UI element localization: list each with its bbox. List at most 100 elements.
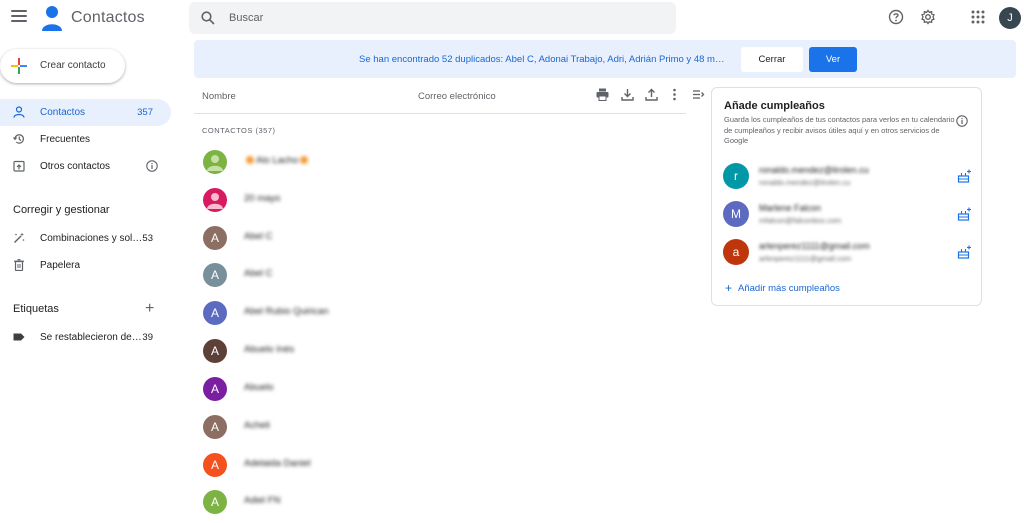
- top-bar: Contactos J: [0, 0, 1024, 38]
- contact-name: Abuelo Inés: [244, 344, 295, 355]
- download-icon[interactable]: [621, 88, 634, 101]
- birthdays-title: Añade cumpleaños: [724, 100, 825, 112]
- header-divider: [194, 113, 686, 114]
- upload-icon[interactable]: [645, 88, 658, 101]
- avatar: [203, 150, 227, 174]
- info-icon[interactable]: [146, 160, 158, 172]
- search-bar[interactable]: [189, 2, 676, 34]
- person-email: arlenperez1111@gmail.com: [759, 254, 852, 263]
- add-birthday-cake-icon[interactable]: [957, 169, 971, 183]
- sidebar-item-label: Papelera: [40, 260, 81, 271]
- manage-section-title: Corregir y gestionar: [13, 204, 110, 216]
- magic-wand-icon: [14, 232, 25, 243]
- label-count: 39: [142, 332, 153, 343]
- person-icon: [13, 106, 25, 118]
- avatar: A: [203, 226, 227, 250]
- avatar: A: [203, 453, 227, 477]
- create-contact-label: Crear contacto: [40, 60, 106, 71]
- photo-avatar-icon: [207, 193, 223, 209]
- contact-name: Abel C: [244, 268, 273, 279]
- close-banner-button[interactable]: Cerrar: [741, 47, 803, 72]
- person-email: mfalcon@falconbox.com: [759, 216, 842, 225]
- sidebar-item-contacts[interactable]: Contactos 357: [0, 99, 171, 126]
- main-menu-icon[interactable]: [11, 10, 27, 24]
- colored-plus-icon: [11, 58, 27, 74]
- history-icon: [13, 134, 24, 144]
- contact-name: Abuelo: [244, 382, 274, 393]
- add-more-birthdays-label: Añadir más cumpleaños: [738, 283, 840, 294]
- apps-grid-icon[interactable]: [970, 9, 986, 25]
- sidebar-item-label: Combinaciones y sol…: [40, 233, 143, 244]
- contact-row[interactable]: 20 mayo: [194, 181, 686, 219]
- contact-row[interactable]: A Acheli: [194, 408, 686, 446]
- account-avatar[interactable]: J: [999, 7, 1021, 29]
- contact-row[interactable]: A Abuelo: [194, 370, 686, 408]
- settings-gear-icon[interactable]: [920, 9, 936, 25]
- duplicates-banner: Se han encontrado 52 duplicados: Abel C,…: [194, 40, 1016, 78]
- photo-avatar-icon: [207, 155, 223, 171]
- add-birthday-cake-icon[interactable]: [957, 245, 971, 259]
- birthday-suggestion-row: r ronaldo.mendez@lirolen.cu ronaldo.mend…: [712, 159, 983, 193]
- contact-name: Abel C: [244, 231, 273, 242]
- sidebar-item-label: Frecuentes: [40, 134, 91, 145]
- avatar: A: [203, 263, 227, 287]
- contact-row[interactable]: A Abel C: [194, 219, 686, 257]
- sidebar-item-label: Contactos: [40, 107, 86, 118]
- contact-row[interactable]: A Adelaida Daniel: [194, 446, 686, 484]
- birthdays-card: Añade cumpleaños Guarda los cumpleaños d…: [711, 87, 982, 306]
- contact-row[interactable]: A Adiel FN: [194, 483, 686, 521]
- add-birthday-cake-icon[interactable]: [957, 207, 971, 221]
- sidebar-item-label: Se restablecieron de…: [40, 332, 142, 343]
- contact-box-icon: [13, 160, 25, 172]
- trash-icon: [14, 259, 24, 271]
- list-view-icon[interactable]: [692, 88, 705, 101]
- avatar: M: [723, 201, 749, 227]
- sidebar-item-trash[interactable]: Papelera: [0, 252, 171, 279]
- sidebar-item-frequent[interactable]: Frecuentes: [0, 126, 171, 153]
- column-header-name[interactable]: Nombre: [202, 91, 236, 102]
- column-header-email[interactable]: Correo electrónico: [418, 91, 496, 102]
- print-icon[interactable]: [596, 88, 609, 101]
- contact-name: Adelaida Daniel: [244, 458, 311, 469]
- contacts-count: 357: [137, 107, 153, 118]
- contact-row[interactable]: A Abuelo Inés: [194, 332, 686, 370]
- avatar: [203, 188, 227, 212]
- more-vert-icon[interactable]: [668, 88, 681, 101]
- contact-name: Abel Rubio Quirican: [244, 306, 329, 317]
- avatar: A: [203, 415, 227, 439]
- add-label-button[interactable]: +: [145, 301, 154, 317]
- sidebar-item-merge-fix[interactable]: Combinaciones y sol… 53: [0, 225, 171, 252]
- app-title: Contactos: [71, 9, 145, 26]
- birthday-suggestion-row: a arlenperez1111@gmail.com arlenperez111…: [712, 235, 983, 269]
- contact-name: 20 mayo: [244, 193, 281, 204]
- search-icon[interactable]: [201, 11, 215, 25]
- person-email: ronaldo.mendez@lirolen.cu: [759, 178, 851, 187]
- sidebar-item-restored-label[interactable]: Se restablecieron de… 39: [0, 324, 171, 351]
- sidebar-item-label: Otros contactos: [40, 161, 111, 172]
- contact-name: Adiel FN: [244, 495, 281, 506]
- contact-row[interactable]: A Abel Rubio Quirican: [194, 294, 686, 332]
- info-icon[interactable]: [956, 115, 968, 127]
- search-input[interactable]: [229, 2, 649, 34]
- person-name: ronaldo.mendez@lirolen.cu: [759, 165, 869, 175]
- merge-count: 53: [142, 233, 153, 244]
- contact-name: Acheli: [244, 420, 270, 431]
- contact-row[interactable]: A Abel C: [194, 256, 686, 294]
- avatar: r: [723, 163, 749, 189]
- add-more-birthdays-link[interactable]: + Añadir más cumpleaños: [725, 281, 840, 295]
- plus-icon: +: [725, 281, 733, 295]
- help-icon[interactable]: [888, 9, 904, 25]
- sidebar-item-other-contacts[interactable]: Otros contactos: [0, 153, 171, 180]
- avatar: a: [723, 239, 749, 265]
- contact-row[interactable]: Alo Lacho: [194, 143, 686, 181]
- contacts-group-label: CONTACTOS (357): [202, 126, 276, 135]
- label-tag-icon: [13, 333, 25, 341]
- birthday-suggestion-row: M Marlene Falcon mfalcon@falconbox.com: [712, 197, 983, 231]
- person-name: arlenperez1111@gmail.com: [759, 241, 870, 251]
- avatar: A: [203, 377, 227, 401]
- contact-name: Alo Lacho: [244, 155, 310, 166]
- avatar: A: [203, 301, 227, 325]
- view-duplicates-button[interactable]: Ver: [809, 47, 857, 72]
- contacts-logo-icon: [42, 6, 62, 31]
- create-contact-button[interactable]: Crear contacto: [0, 49, 125, 83]
